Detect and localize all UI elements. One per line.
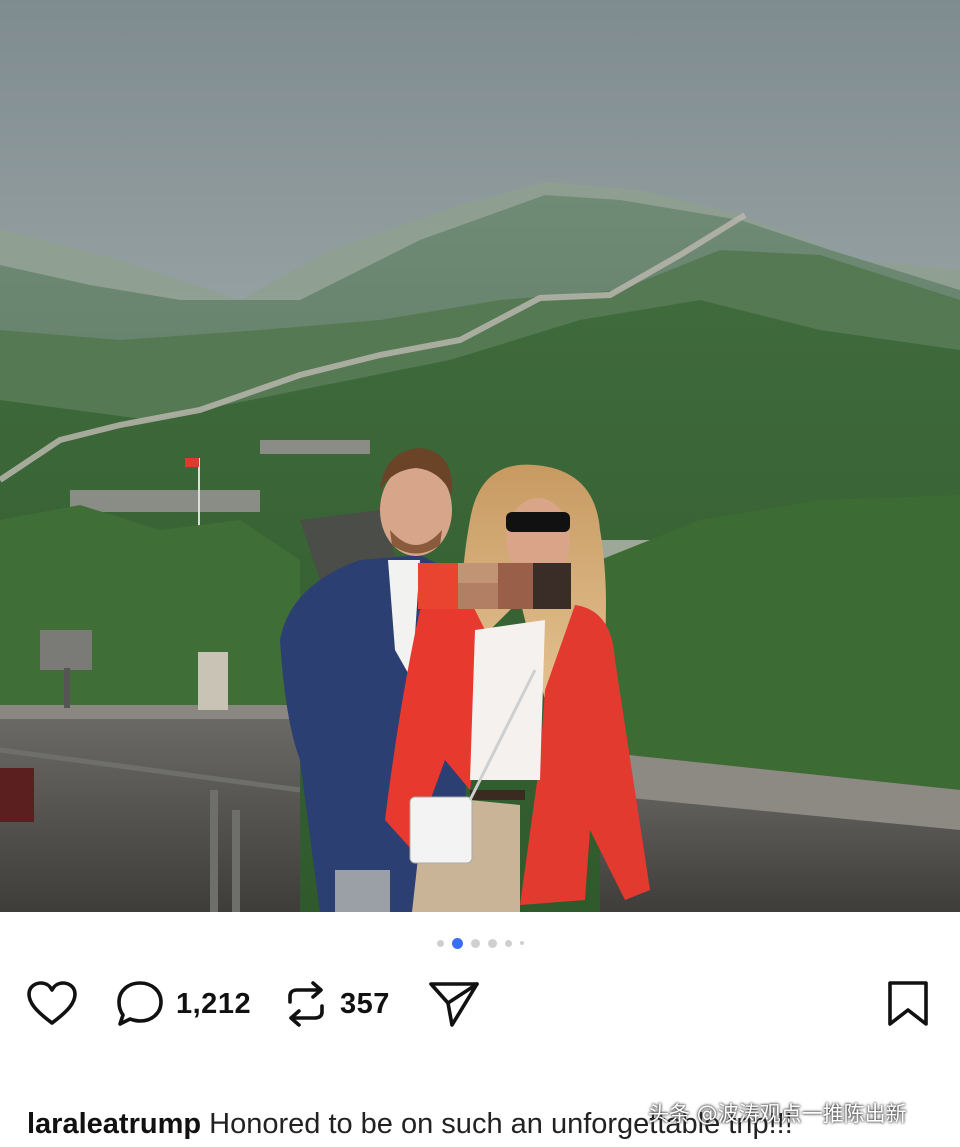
like-button[interactable]	[26, 978, 78, 1030]
comment-icon	[117, 981, 163, 1026]
repost-count: 357	[340, 987, 390, 1020]
carousel-dot	[487, 938, 497, 948]
send-icon	[429, 982, 479, 1027]
post-photo[interactable]	[0, 0, 960, 912]
carousel-dot	[504, 939, 512, 947]
repost-icon	[288, 981, 324, 1027]
comment-button[interactable]: 1,212	[116, 978, 251, 1030]
source-watermark: 头条 @波涛观点一推陈出新	[648, 1102, 907, 1126]
carousel-dot	[519, 941, 524, 945]
carousel-indicator	[0, 935, 960, 951]
comment-count: 1,212	[176, 987, 252, 1020]
bookmark-icon	[888, 981, 928, 1026]
caption-username[interactable]: laraleatrump	[27, 1108, 201, 1140]
share-button[interactable]	[428, 978, 480, 1030]
save-button[interactable]	[886, 978, 930, 1030]
heart-icon	[27, 981, 77, 1025]
carousel-dot	[436, 939, 444, 947]
repost-button[interactable]: 357	[284, 978, 390, 1030]
carousel-dot	[470, 938, 480, 948]
carousel-dot-active	[451, 937, 463, 949]
